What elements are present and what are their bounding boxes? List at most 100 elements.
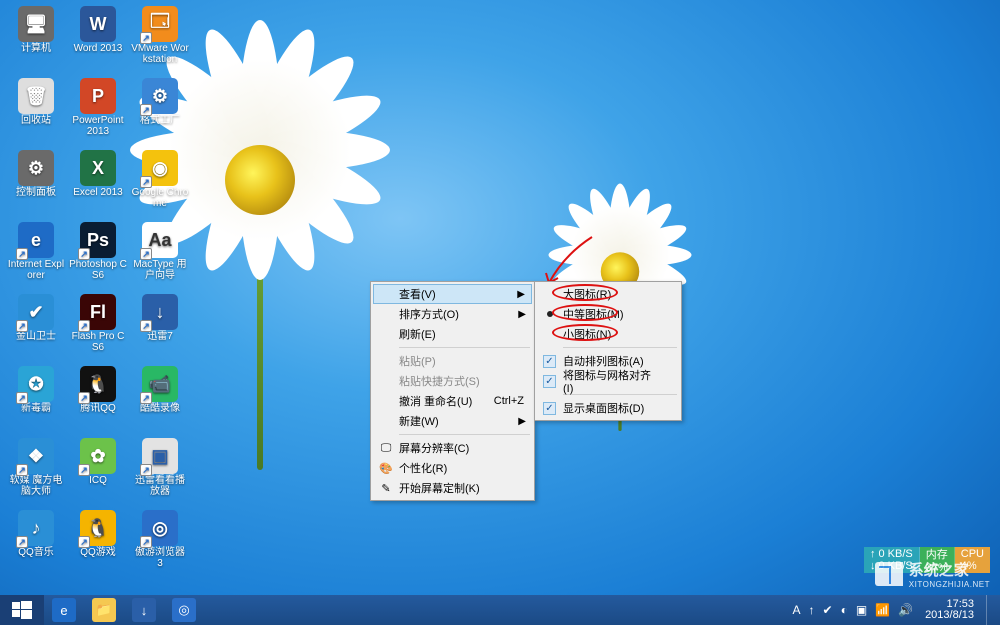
desktop-icon[interactable]: ♪↗QQ音乐 [6, 508, 66, 578]
desktop-icon-label: 傲游浏览器 3 [131, 547, 189, 569]
desktop-icon[interactable]: 🐧↗QQ游戏 [68, 508, 128, 578]
desktop-icon[interactable]: Aa↗MacType 用户向导 [130, 220, 190, 290]
taskbar-button-xunlei[interactable]: ↓ [124, 595, 164, 625]
menu-item[interactable]: ✓将图标与网格对齐(I) [537, 371, 679, 391]
desktop-icon-label: QQ音乐 [18, 547, 54, 558]
desktop-icon-label: 计算机 [21, 43, 51, 54]
show-desktop-button[interactable] [986, 595, 992, 625]
menu-item-icon: ✎ [379, 481, 393, 495]
taskbar-button-maxthon[interactable]: ◎ [164, 595, 204, 625]
desktop-icon-label: 腾讯QQ [80, 403, 116, 414]
desktop-icon[interactable]: 🗔↗VMware Workstation [130, 4, 190, 74]
tray-icon[interactable]: A [792, 603, 800, 617]
watermark: 系统之家XITONGZHIJIA.NET [875, 559, 990, 589]
submenu-arrow-icon: ▶ [518, 309, 526, 320]
desktop-icon[interactable]: e↗Internet Explorer [6, 220, 66, 290]
desktop[interactable]: 🖥计算机WWord 2013🗔↗VMware Workstation 🗑回收站PP… [0, 0, 1000, 625]
menu-item[interactable]: ✓ 显示桌面图标(D) [537, 398, 679, 418]
system-tray: A ↑ ✔ ◐ ▣ 📶 🔊 17:532013/8/13 [784, 595, 1000, 625]
menu-item[interactable]: 刷新(E) [373, 324, 532, 344]
menu-item[interactable]: 新建(W) ▶ [373, 411, 532, 431]
desktop-icon-label: MacType 用户向导 [131, 259, 189, 281]
menu-item[interactable]: 中等图标(M) [537, 304, 679, 324]
desktop-icon-label: 控制面板 [16, 187, 56, 198]
desktop-icon[interactable]: Ps↗Photoshop CS6 [68, 220, 128, 290]
desktop-icon[interactable]: ◎↗傲游浏览器 3 [130, 508, 190, 578]
desktop-icon[interactable]: PPowerPoint 2013 [68, 76, 128, 146]
tray-icon[interactable]: 📶 [875, 603, 890, 617]
menu-item[interactable]: 🖵屏幕分辨率(C) [373, 438, 532, 458]
desktop-icon[interactable]: ✿↗ICQ [68, 436, 128, 506]
menu-item[interactable]: 🎨个性化(R) [373, 458, 532, 478]
tray-icon[interactable]: ✔ [823, 603, 833, 617]
desktop-icon-label: ICQ [89, 475, 107, 486]
submenu-arrow-icon: ▶ [517, 289, 525, 300]
menu-item[interactable]: 大图标(R) [537, 284, 679, 304]
desktop-icon-label: 金山卫士 [16, 331, 56, 342]
menu-item-label: 显示桌面图标(D) [563, 400, 644, 416]
menu-item[interactable]: ✎ 开始屏幕定制(K) [373, 478, 532, 498]
desktop-icon-label: 酷酷录像 [140, 403, 180, 414]
view-submenu: 大图标(R)中等图标(M)小图标(N)✓自动排列图标(A)✓将图标与网格对齐(I… [534, 281, 682, 421]
taskbar-button-explorer[interactable]: 📁 [84, 595, 124, 625]
desktop-icon-label: 软媒 魔方电脑大师 [7, 475, 65, 497]
desktop-icon[interactable]: Fl↗Flash Pro CS6 [68, 292, 128, 362]
desktop-icon[interactable]: XExcel 2013 [68, 148, 128, 218]
desktop-icon[interactable]: 🗑回收站 [6, 76, 66, 146]
desktop-icon[interactable]: ❖↗软媒 魔方电脑大师 [6, 436, 66, 506]
menu-item-label: 屏幕分辨率(C) [399, 440, 469, 456]
desktop-icon[interactable]: ▣↗迅雷看看播放器 [130, 436, 190, 506]
desktop-icon[interactable]: ✪↗新毒霸 [6, 364, 66, 434]
desktop-icon-label: Flash Pro CS6 [69, 331, 127, 353]
menu-item[interactable]: 查看(V) ▶ [373, 284, 532, 304]
menu-item-label: 刷新(E) [399, 326, 436, 342]
submenu-arrow-icon: ▶ [518, 416, 526, 427]
start-button[interactable] [0, 595, 44, 625]
menu-item: 粘贴(P) [373, 351, 532, 371]
tray-icon[interactable]: 🔊 [898, 603, 913, 617]
menu-item-label: 撤消 重命名(U) [399, 393, 472, 409]
desktop-icon-label: VMware Workstation [131, 43, 189, 65]
check-icon: ✓ [543, 355, 556, 368]
desktop-icon[interactable]: WWord 2013 [68, 4, 128, 74]
menu-item-label: 大图标(R) [563, 286, 611, 302]
desktop-icon-label: Excel 2013 [73, 187, 122, 198]
menu-item-label: 排序方式(O) [399, 306, 459, 322]
desktop-icon[interactable]: 🐧↗腾讯QQ [68, 364, 128, 434]
desktop-icon-label: PowerPoint 2013 [69, 115, 127, 137]
desktop-icon-label: Internet Explorer [7, 259, 65, 281]
tray-icon[interactable]: ◐ [841, 603, 848, 617]
tray-icon[interactable]: ▣ [856, 603, 867, 617]
radio-dot-icon [547, 311, 553, 317]
menu-item-label: 查看(V) [399, 286, 436, 302]
desktop-icon[interactable]: ⚙↗格式工厂 [130, 76, 190, 146]
taskbar: e📁↓◎ A ↑ ✔ ◐ ▣ 📶 🔊 17:532013/8/13 [0, 595, 1000, 625]
check-icon: ✓ [543, 402, 556, 415]
menu-item[interactable]: 排序方式(O) ▶ [373, 304, 532, 324]
menu-item[interactable]: 撤消 重命名(U)Ctrl+Z [373, 391, 532, 411]
menu-item-label: 粘贴(P) [399, 353, 436, 369]
desktop-icon-label: Photoshop CS6 [69, 259, 127, 281]
menu-item-label: 中等图标(M) [563, 306, 624, 322]
tray-icon[interactable]: ↑ [809, 603, 815, 617]
menu-item-label: 个性化(R) [399, 460, 447, 476]
desktop-icon-label: 格式工厂 [140, 115, 180, 126]
menu-item-label: 粘贴快捷方式(S) [399, 373, 480, 389]
taskbar-button-ie[interactable]: e [44, 595, 84, 625]
desktop-icon[interactable]: ✔↗金山卫士 [6, 292, 66, 362]
menu-item-label: 小图标(N) [563, 326, 611, 342]
menu-item-label: 新建(W) [399, 413, 439, 429]
menu-item-label: 开始屏幕定制(K) [399, 480, 480, 496]
desktop-icon-label: Word 2013 [74, 43, 123, 54]
desktop-icon[interactable]: 📹↗酷酷录像 [130, 364, 190, 434]
desktop-icon-label: 迅雷看看播放器 [131, 475, 189, 497]
desktop-icon[interactable]: 🖥计算机 [6, 4, 66, 74]
desktop-icon[interactable]: ◉↗Google Chrome [130, 148, 190, 218]
taskbar-clock[interactable]: 17:532013/8/13 [921, 599, 978, 621]
desktop-icon[interactable]: ↓↗迅雷7 [130, 292, 190, 362]
desktop-context-menu: 查看(V) ▶ 排序方式(O) ▶ 刷新(E) 粘贴(P) 粘贴快捷方式(S) 撤消 重命名(… [370, 281, 535, 501]
desktop-icon[interactable]: ⚙控制面板 [6, 148, 66, 218]
desktop-icon-label: 迅雷7 [147, 331, 173, 342]
menu-item[interactable]: 小图标(N) [537, 324, 679, 344]
desktop-icon-grid: 🖥计算机WWord 2013🗔↗VMware Workstation 🗑回收站PP… [0, 0, 196, 582]
